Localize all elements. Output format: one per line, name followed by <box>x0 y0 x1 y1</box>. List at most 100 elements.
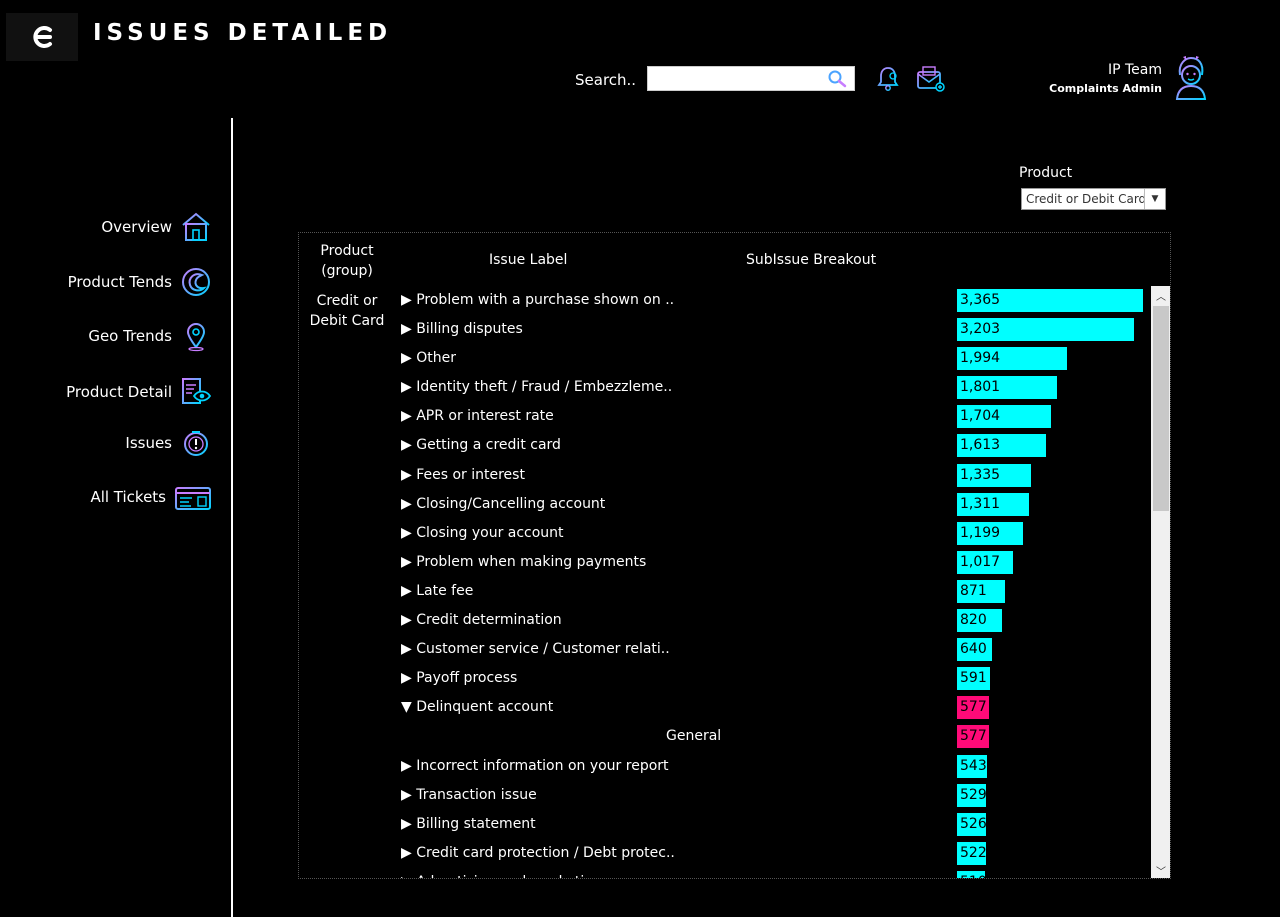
issue-label[interactable]: ▶ Late fee <box>401 583 473 599</box>
table-row[interactable]: ▶ Payoff process 591 <box>299 665 1149 694</box>
issue-label[interactable]: ▶ Credit determination <box>401 612 562 628</box>
value-bar[interactable]: 1,335 <box>957 463 1031 487</box>
document-eye-icon <box>182 378 212 404</box>
table-row[interactable]: ▶ Billing disputes 3,203 <box>299 316 1149 345</box>
issue-label[interactable]: ▶ Identity theft / Fraud / Embezzleme.. <box>401 379 672 395</box>
issue-label[interactable]: ▶ Problem when making payments <box>401 554 646 570</box>
app-logo[interactable] <box>6 13 78 61</box>
issue-label[interactable]: ▶ Other <box>401 350 456 366</box>
column-header-subissue-breakout: SubIssue Breakout <box>746 252 877 268</box>
issue-label[interactable]: ▶ Getting a credit card <box>401 437 561 453</box>
issue-label[interactable]: ▶ Closing your account <box>401 525 564 541</box>
sidebar-item-label: Product Detail <box>66 383 172 401</box>
issue-label[interactable]: ▶ Incorrect information on your report <box>401 758 669 774</box>
table-row[interactable]: ▶ Incorrect information on your report 54… <box>299 753 1149 782</box>
location-pin-icon <box>186 323 206 352</box>
issue-label[interactable]: ▶ Payoff process <box>401 670 517 686</box>
wave-icon <box>182 268 210 296</box>
issue-label[interactable]: ▶ Billing disputes <box>401 321 523 337</box>
user-role: Complaints Admin <box>1049 82 1162 95</box>
table-row[interactable]: General 577 <box>299 723 1149 752</box>
value-bar[interactable]: 3,203 <box>957 318 1134 342</box>
value-bar[interactable]: 640 <box>957 638 992 662</box>
value-bar[interactable]: 543 <box>957 754 987 778</box>
mail-add-icon[interactable] <box>915 64 947 94</box>
value-bar[interactable]: 510 <box>957 870 987 878</box>
notification-bell-icon[interactable] <box>876 64 900 94</box>
table-row[interactable]: ▶ Getting a credit card 1,613 <box>299 432 1149 461</box>
search-input[interactable] <box>651 68 830 91</box>
issue-label[interactable]: ▶ APR or interest rate <box>401 408 554 424</box>
issue-label[interactable]: ▶ Billing statement <box>401 816 536 832</box>
value-bar[interactable]: 591 <box>957 667 990 691</box>
value-bar[interactable]: 820 <box>957 609 1002 633</box>
value-bar[interactable]: 1,801 <box>957 376 1057 400</box>
value-bar[interactable]: 1,994 <box>957 347 1067 371</box>
table-row[interactable]: ▶ Transaction issue 529 <box>299 782 1149 811</box>
issues-table: Product (group) Issue Label SubIssue Bre… <box>298 232 1171 879</box>
page-title: ISSUES DETAILED <box>93 20 393 46</box>
scroll-up-icon[interactable]: ︿ <box>1151 286 1170 304</box>
search-label: Search.. <box>575 71 637 89</box>
table-row[interactable]: ▶ Closing your account 1,199 <box>299 520 1149 549</box>
issue-label[interactable]: ▶ Credit card protection / Debt protec.. <box>401 845 675 861</box>
sidebar-item-label: Overview <box>101 218 172 236</box>
issue-label[interactable]: ▶ Problem with a purchase shown on .. <box>401 292 674 308</box>
table-scrollbar[interactable]: ︿ ﹀ <box>1151 286 1170 878</box>
column-header-product-group: Product (group) <box>320 243 374 279</box>
table-row[interactable]: ▶ Credit card protection / Debt protec..… <box>299 840 1149 869</box>
value-bar[interactable]: 529 <box>957 783 987 807</box>
issue-label[interactable]: ▶ Fees or interest <box>401 467 525 483</box>
table-row[interactable]: ▶ Fees or interest 1,335 <box>299 462 1149 491</box>
alert-badge-icon <box>184 431 208 456</box>
value-bar[interactable]: 1,613 <box>957 434 1046 458</box>
sidebar-item-geo-trends[interactable]: Geo Trends <box>88 320 212 352</box>
table-row[interactable]: ▶ APR or interest rate 1,704 <box>299 403 1149 432</box>
issue-label[interactable]: ▶ Advertising and marketing <box>401 874 602 878</box>
sidebar-item-issues[interactable]: Issues <box>125 427 212 459</box>
table-rows: ▶ Problem with a purchase shown on .. 3,3… <box>299 287 1149 878</box>
scroll-down-icon[interactable]: ﹀ <box>1151 861 1170 878</box>
sidebar-item-overview[interactable]: Overview <box>101 211 212 243</box>
value-bar[interactable]: 1,017 <box>957 550 1013 574</box>
sidebar-item-product-detail[interactable]: Product Detail <box>66 376 212 408</box>
table-row[interactable]: ▶ Other 1,994 <box>299 345 1149 374</box>
value-bar[interactable]: 1,311 <box>957 492 1029 516</box>
ticket-icon <box>175 487 211 510</box>
table-row[interactable]: ▶ Credit determination 820 <box>299 607 1149 636</box>
issue-label[interactable]: ▶ Customer service / Customer relati.. <box>401 641 670 657</box>
sidebar-item-all-tickets[interactable]: All Tickets <box>90 481 212 513</box>
sidebar-divider <box>231 118 233 917</box>
issue-label[interactable]: ▶ Closing/Cancelling account <box>401 496 605 512</box>
table-row[interactable]: ▶ Advertising and marketing 510 <box>299 869 1149 878</box>
table-row[interactable]: ▶ Identity theft / Fraud / Embezzleme.. 1… <box>299 374 1149 403</box>
value-bar[interactable]: 526 <box>957 812 987 836</box>
value-bar[interactable]: 871 <box>957 579 1005 603</box>
value-bar[interactable]: 1,704 <box>957 405 1051 429</box>
search-box[interactable] <box>647 66 855 91</box>
sidebar-item-label: Issues <box>125 434 172 452</box>
avatar[interactable] <box>1172 55 1210 101</box>
value-bar[interactable]: 1,199 <box>957 521 1023 545</box>
table-row[interactable]: ▶ Billing statement 526 <box>299 811 1149 840</box>
issue-label[interactable]: ▼ Delinquent account <box>401 699 553 715</box>
scrollbar-thumb[interactable] <box>1153 306 1169 511</box>
table-row[interactable]: ▶ Problem with a purchase shown on .. 3,3… <box>299 287 1149 316</box>
issue-label[interactable]: ▶ Transaction issue <box>401 787 537 803</box>
product-filter-dropdown[interactable]: Credit or Debit Card ▼ <box>1021 188 1166 210</box>
user-name: IP Team <box>1107 62 1162 78</box>
product-filter-value: Credit or Debit Card <box>1026 192 1144 206</box>
product-filter-title: Product <box>1019 165 1073 181</box>
value-bar[interactable]: 3,365 <box>957 289 1143 312</box>
table-row[interactable]: ▶ Customer service / Customer relati.. 64… <box>299 636 1149 665</box>
value-bar[interactable]: 577 <box>957 696 989 720</box>
table-row[interactable]: ▶ Closing/Cancelling account 1,311 <box>299 491 1149 520</box>
chevron-down-icon[interactable]: ▼ <box>1144 189 1165 209</box>
table-row[interactable]: ▶ Late fee 871 <box>299 578 1149 607</box>
value-bar[interactable]: 577 <box>957 725 989 749</box>
sidebar-item-product-tends[interactable]: Product Tends <box>68 266 212 298</box>
table-row[interactable]: ▼ Delinquent account 577 <box>299 694 1149 723</box>
value-bar[interactable]: 522 <box>957 841 987 865</box>
search-icon[interactable] <box>827 69 849 89</box>
table-row[interactable]: ▶ Problem when making payments 1,017 <box>299 549 1149 578</box>
